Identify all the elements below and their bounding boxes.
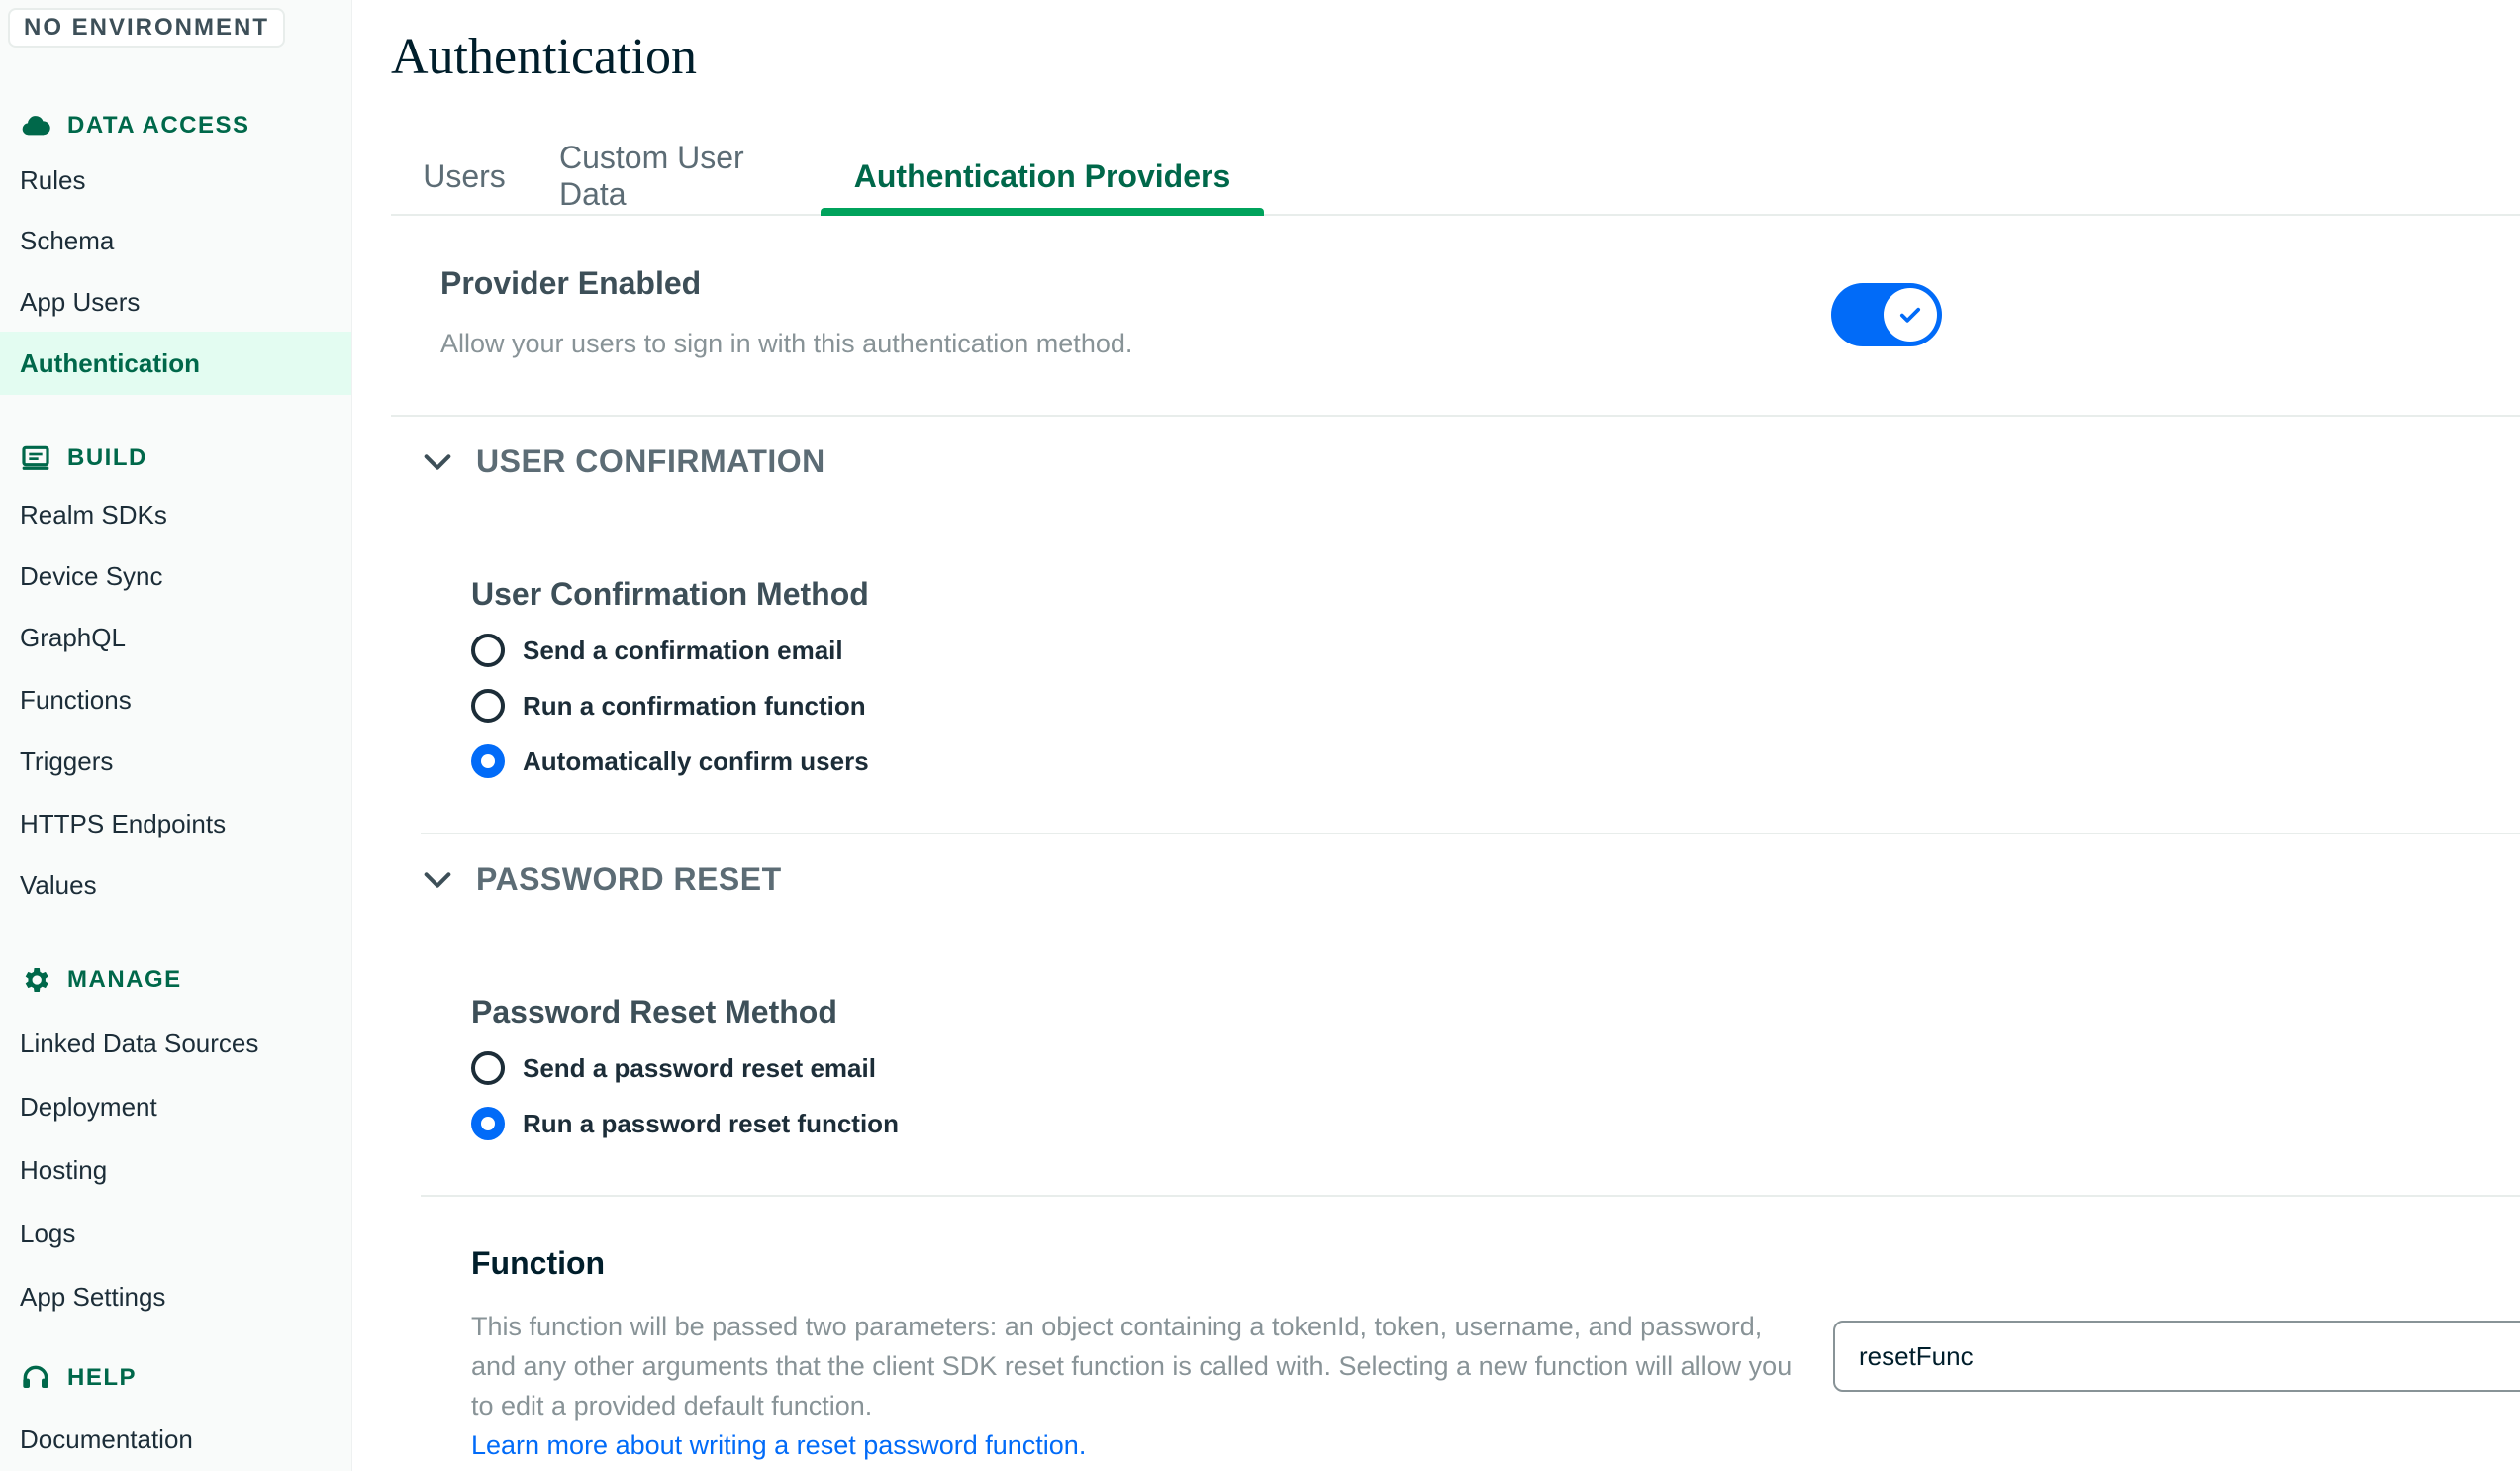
- radio-circle-selected[interactable]: [471, 1107, 505, 1140]
- divider: [421, 1195, 2520, 1197]
- sidebar-item-app-users[interactable]: App Users: [0, 270, 351, 334]
- chevron-down-icon: [424, 871, 451, 888]
- function-description-block: This function will be passed two paramet…: [471, 1307, 1797, 1465]
- radio-automatically-confirm-users[interactable]: Automatically confirm users: [471, 744, 869, 778]
- radio-label: Send a confirmation email: [523, 635, 843, 665]
- section-help: HELP: [20, 1358, 137, 1398]
- tab-custom-user-data[interactable]: Custom User Data: [559, 139, 793, 214]
- toggle-knob: [1884, 288, 1937, 342]
- password-reset-section-header[interactable]: PASSWORD RESET: [421, 861, 782, 898]
- section-label: DATA ACCESS: [67, 112, 250, 139]
- radio-label: Run a confirmation function: [523, 690, 866, 721]
- sidebar-item-functions[interactable]: Functions: [0, 668, 351, 732]
- sidebar-item-authentication[interactable]: Authentication: [0, 332, 351, 395]
- radio-run-password-reset-function[interactable]: Run a password reset function: [471, 1107, 899, 1140]
- provider-enabled-description: Allow your users to sign in with this au…: [440, 329, 1133, 358]
- section-label: BUILD: [67, 444, 147, 471]
- section-manage: MANAGE: [20, 960, 182, 1000]
- gear-icon: [25, 968, 48, 992]
- provider-enabled-toggle[interactable]: [1831, 283, 1942, 346]
- section-label: MANAGE: [67, 966, 182, 993]
- reset-function-docs-link[interactable]: Learn more about writing a reset passwor…: [471, 1425, 1086, 1465]
- password-reset-method-title: Password Reset Method: [471, 994, 837, 1030]
- headset-icon: [23, 1365, 48, 1388]
- checkmark-icon: [1899, 307, 1921, 323]
- user-confirmation-method-title: User Confirmation Method: [471, 576, 869, 612]
- sidebar: NO ENVIRONMENT DATA ACCESS Rules Schema …: [0, 0, 352, 1471]
- chevron-down-icon: [424, 453, 451, 470]
- sidebar-item-device-sync[interactable]: Device Sync: [0, 544, 351, 608]
- sidebar-item-documentation[interactable]: Documentation: [0, 1408, 351, 1471]
- sidebar-item-https-endpoints[interactable]: HTTPS Endpoints: [0, 792, 351, 855]
- radio-send-password-reset-email[interactable]: Send a password reset email: [471, 1051, 876, 1085]
- provider-enabled-title: Provider Enabled: [440, 265, 702, 301]
- tab-users[interactable]: Users: [391, 139, 537, 214]
- radio-circle[interactable]: [471, 689, 505, 723]
- divider: [391, 415, 2520, 417]
- sidebar-item-hosting[interactable]: Hosting: [0, 1138, 351, 1202]
- sidebar-item-schema[interactable]: Schema: [0, 209, 351, 272]
- sidebar-item-realm-sdks[interactable]: Realm SDKs: [0, 483, 351, 546]
- radio-circle-selected[interactable]: [471, 744, 505, 778]
- sidebar-item-linked-data-sources[interactable]: Linked Data Sources: [0, 1012, 351, 1075]
- radio-label: Automatically confirm users: [523, 745, 869, 776]
- cloud-icon: [22, 116, 50, 136]
- section-data-access: DATA ACCESS: [20, 106, 250, 146]
- radio-circle[interactable]: [471, 1051, 505, 1085]
- function-select-input[interactable]: [1833, 1321, 2520, 1392]
- section-title: USER CONFIRMATION: [476, 443, 825, 479]
- sidebar-item-logs[interactable]: Logs: [0, 1202, 351, 1265]
- function-description: This function will be passed two paramet…: [471, 1312, 1793, 1421]
- user-confirmation-section-header[interactable]: USER CONFIRMATION: [421, 443, 825, 480]
- divider: [421, 833, 2520, 834]
- sidebar-item-graphql[interactable]: GraphQL: [0, 606, 351, 669]
- sidebar-item-app-settings[interactable]: App Settings: [0, 1265, 351, 1328]
- section-build: BUILD: [20, 439, 147, 478]
- radio-label: Send a password reset email: [523, 1052, 876, 1083]
- section-title: PASSWORD RESET: [476, 861, 782, 897]
- main-content: Authentication Users Custom User Data Au…: [351, 0, 2520, 1471]
- radio-label: Run a password reset function: [523, 1108, 899, 1138]
- radio-send-confirmation-email[interactable]: Send a confirmation email: [471, 634, 843, 667]
- radio-circle[interactable]: [471, 634, 505, 667]
- function-title: Function: [471, 1245, 606, 1281]
- section-label: HELP: [67, 1364, 138, 1391]
- tab-authentication-providers[interactable]: Authentication Providers: [821, 139, 1264, 216]
- sidebar-item-rules[interactable]: Rules: [0, 148, 351, 212]
- sidebar-item-triggers[interactable]: Triggers: [0, 730, 351, 793]
- page-title: Authentication: [391, 29, 698, 85]
- monitor-icon: [22, 445, 49, 470]
- sidebar-item-deployment[interactable]: Deployment: [0, 1075, 351, 1138]
- sidebar-item-values[interactable]: Values: [0, 853, 351, 917]
- environment-badge[interactable]: NO ENVIRONMENT: [8, 8, 286, 48]
- radio-run-confirmation-function[interactable]: Run a confirmation function: [471, 689, 866, 723]
- tab-bar: Users Custom User Data Authentication Pr…: [391, 139, 2520, 216]
